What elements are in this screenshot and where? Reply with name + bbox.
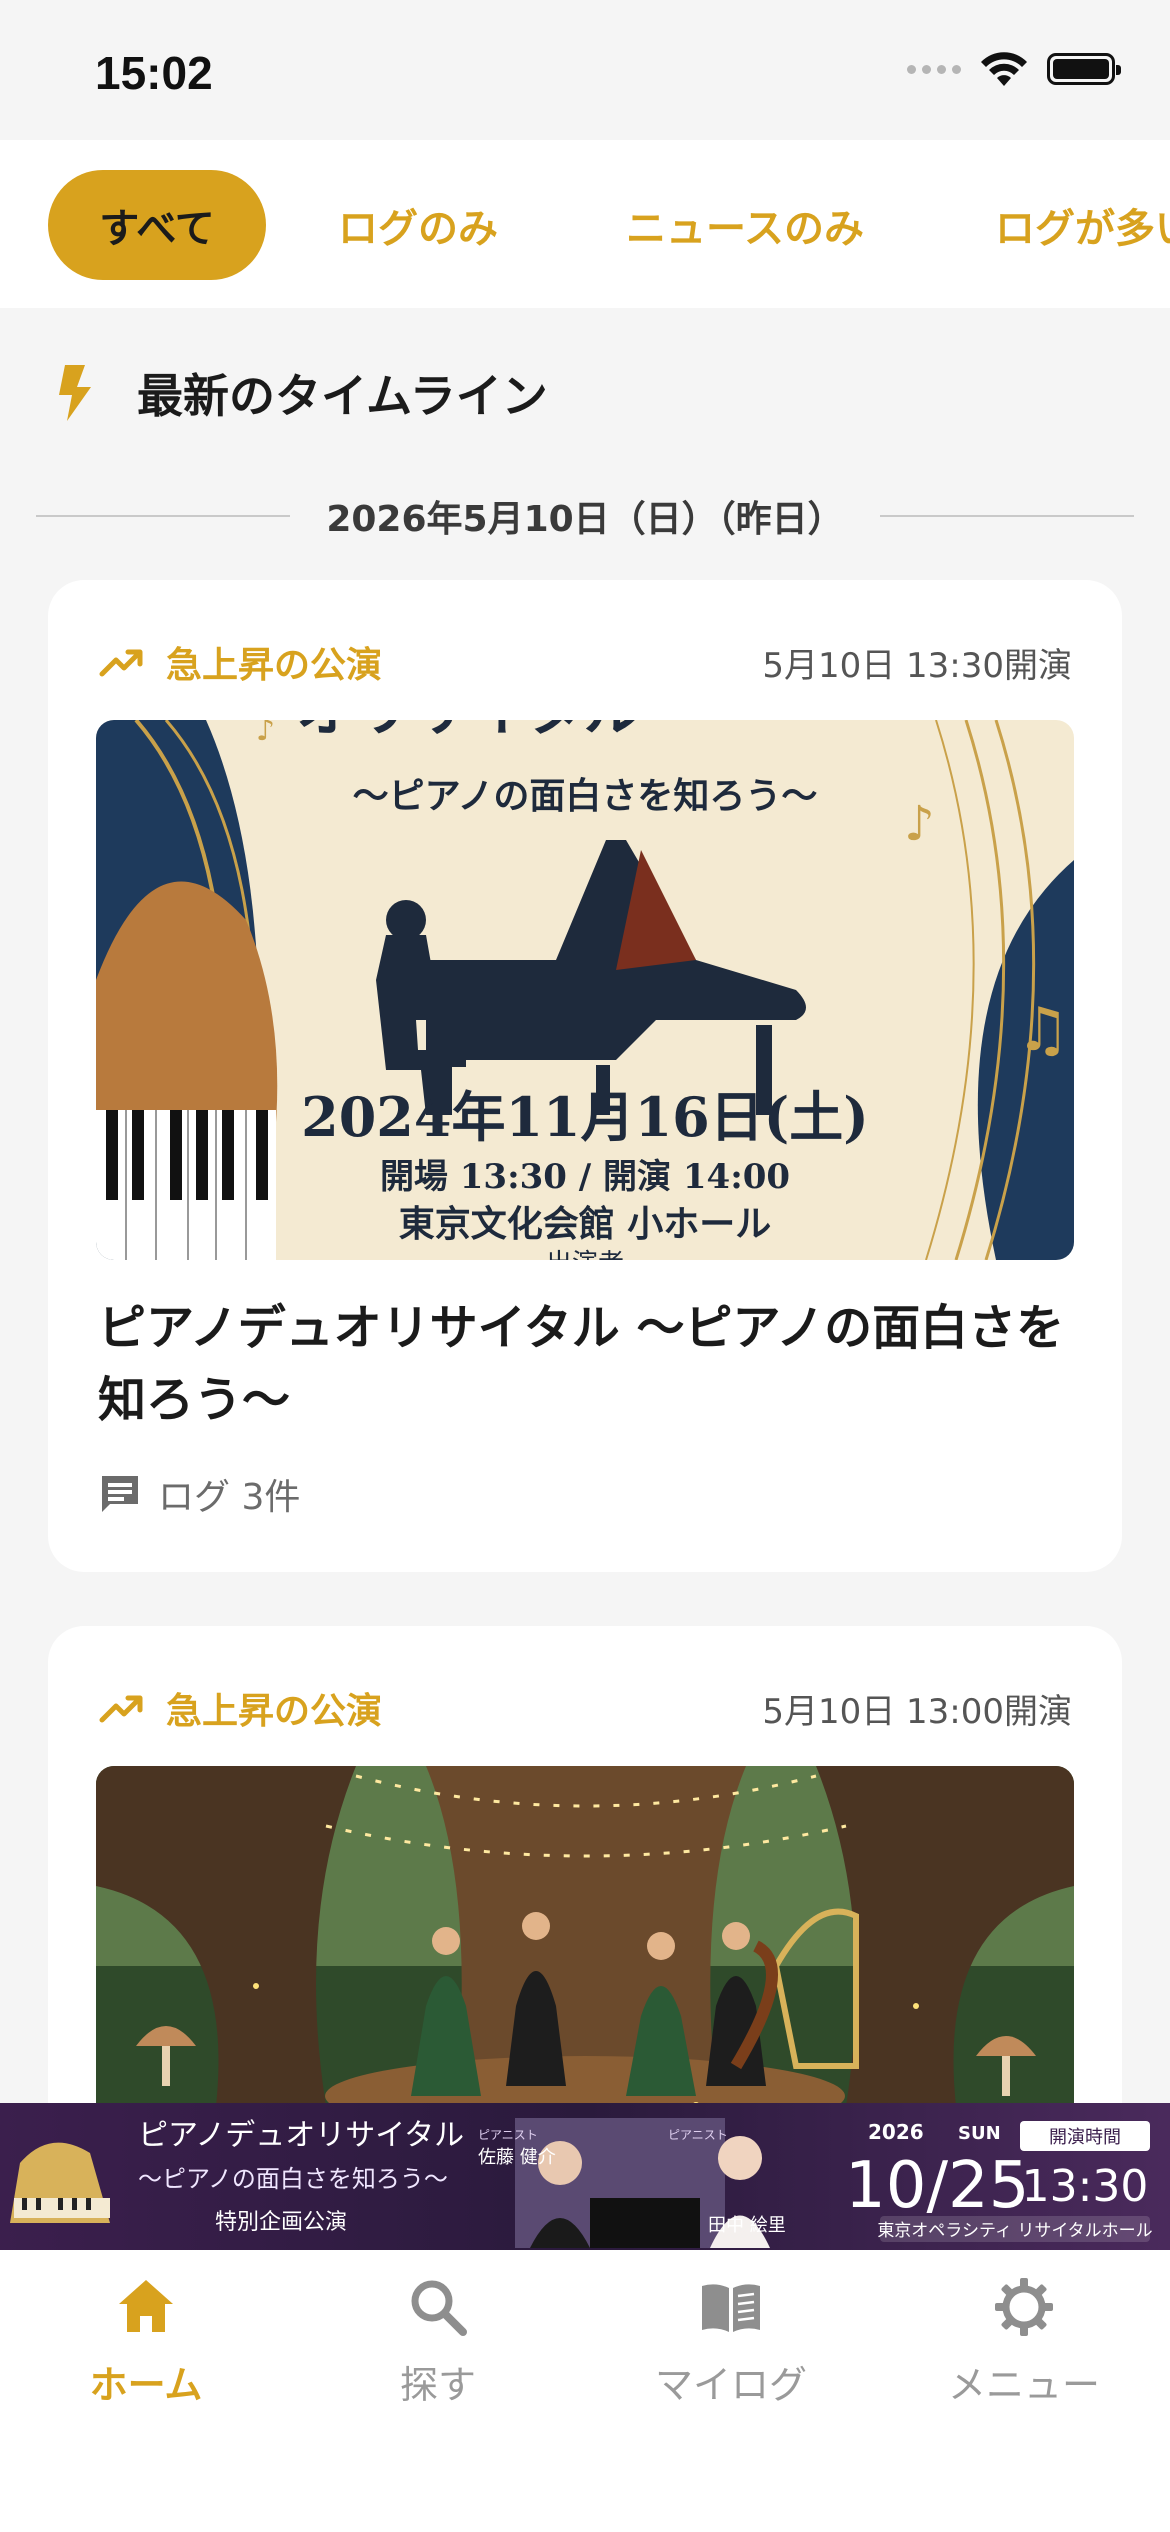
tab-label: 探す <box>399 2363 476 2407</box>
tab-search[interactable]: 探す <box>292 2274 584 2409</box>
battery-icon <box>1047 53 1121 85</box>
status-icons <box>907 50 1121 88</box>
ad-weekday: SUN <box>958 2123 1001 2144</box>
tab-label: メニュー <box>947 2363 1100 2407</box>
status-time: 15:02 <box>95 47 213 99</box>
ad-banner[interactable]: ピアノデュオリサイタル 〜ピアノの面白さを知ろう〜 特別企画公演 ピアニスト 佐… <box>0 2103 1170 2250</box>
ad-performer2-role: ピアニスト <box>668 2128 728 2142</box>
trending-badge: 急上昇の公演 <box>98 636 382 688</box>
svg-text:♪: ♪ <box>904 796 935 852</box>
ad-performer2: 田中 絵里 <box>708 2215 786 2236</box>
card-title[interactable]: ピアノデュオリサイタル 〜ピアノの面白さを知ろう〜 <box>98 1292 1072 1436</box>
tab-bar: ホーム 探す マイログ メニュー <box>0 2250 1170 2532</box>
tab-label: ホーム <box>89 2363 203 2407</box>
performance-time: 5月10日 13:00開演 <box>762 1691 1072 1732</box>
tab-menu[interactable]: メニュー <box>878 2274 1170 2409</box>
ad-time: 13:30 <box>1022 2161 1149 2212</box>
tab-label: マイログ <box>654 2363 807 2407</box>
ad-performer1: 佐藤 健介 <box>478 2147 556 2168</box>
divider-line-left <box>36 515 291 517</box>
card-header: 急上昇の公演 5月10日 13:00開演 <box>98 1682 1072 1734</box>
trending-badge: 急上昇の公演 <box>98 1682 382 1734</box>
filter-chip-most-logs[interactable]: ログが多い <box>995 170 1170 280</box>
filter-chip-news-only[interactable]: ニュースのみ <box>626 170 864 280</box>
poster-venue: 東京文化会館 小ホール <box>399 1203 772 1245</box>
concert-poster-image[interactable]: ♪ ♪ ♫ オリサイタル 〜ピアノの面白さを知ろう〜 2024年11月16日(土… <box>96 720 1074 1260</box>
ad-tag: 特別企画公演 <box>215 2210 347 2235</box>
poster-heading: オリサイタル <box>296 720 642 744</box>
section-title: 最新のタイムライン <box>137 369 548 423</box>
poster-date: 2024年11月16日(土) <box>301 1085 869 1149</box>
ad-date: 10/25 <box>845 2149 1029 2223</box>
badge-label: 急上昇の公演 <box>166 645 383 686</box>
home-icon <box>119 2280 173 2332</box>
badge-label: 急上昇の公演 <box>166 1691 383 1732</box>
piano-recital-poster: ♪ ♪ ♫ オリサイタル 〜ピアノの面白さを知ろう〜 2024年11月16日(土… <box>96 720 1074 1260</box>
svg-text:♫: ♫ <box>1016 995 1070 1065</box>
log-count-label: ログ 3件 <box>158 1477 301 1518</box>
ad-year: 2026 <box>868 2120 924 2144</box>
poster-subtitle: 〜ピアノの面白さを知ろう〜 <box>353 775 818 817</box>
section-header: 最新のタイムライン <box>55 360 548 426</box>
date-label: 2026年5月10日（日）（昨日） <box>326 499 844 540</box>
cellular-signal-icon <box>907 64 961 74</box>
poster-times: 開場 13:30 / 開演 14:00 <box>380 1157 790 1197</box>
card-header: 急上昇の公演 5月10日 13:30開演 <box>98 636 1072 688</box>
tab-my-log[interactable]: マイログ <box>585 2274 877 2409</box>
divider-line-right <box>879 515 1134 517</box>
timeline-card[interactable]: 急上昇の公演 5月10日 13:30開演 ♪ ♪ ♫ 〜ピアノの面白さを知ろう〜… <box>48 580 1122 1572</box>
gear-icon <box>995 2278 1053 2336</box>
wifi-icon <box>981 52 1027 86</box>
svg-text:♪: ♪ <box>256 720 275 748</box>
filter-chip-logs-only[interactable]: ログのみ <box>338 170 498 280</box>
date-divider: 2026年5月10日（日）（昨日） <box>36 488 1134 544</box>
tab-home[interactable]: ホーム <box>0 2274 292 2409</box>
log-count: ログ 3件 <box>98 1468 300 1520</box>
trending-up-icon <box>99 1695 143 1723</box>
filter-bar: すべて ログのみ ニュースのみ ログが多い <box>0 140 1170 308</box>
ad-performer1-role: ピアニスト <box>478 2128 538 2142</box>
ad-banner-artwork: ピアノデュオリサイタル 〜ピアノの面白さを知ろう〜 特別企画公演 ピアニスト 佐… <box>0 2103 1170 2250</box>
filter-chip-all[interactable]: すべて <box>48 170 266 280</box>
book-icon <box>702 2284 760 2332</box>
performance-time: 5月10日 13:30開演 <box>762 645 1072 686</box>
search-icon <box>411 2280 467 2336</box>
ad-time-label: 開演時間 <box>1049 2127 1121 2148</box>
comment-icon <box>102 1476 138 1512</box>
poster-footer: 出演者 <box>546 1249 624 1260</box>
trending-up-icon <box>99 649 143 677</box>
ad-title: ピアノデュオリサイタル <box>138 2118 464 2153</box>
ad-subtitle: 〜ピアノの面白さを知ろう〜 <box>138 2165 448 2193</box>
bolt-icon <box>59 365 91 421</box>
status-bar: 15:02 <box>0 0 1170 140</box>
ad-venue: 東京オペラシティ リサイタルホール <box>877 2221 1152 2241</box>
